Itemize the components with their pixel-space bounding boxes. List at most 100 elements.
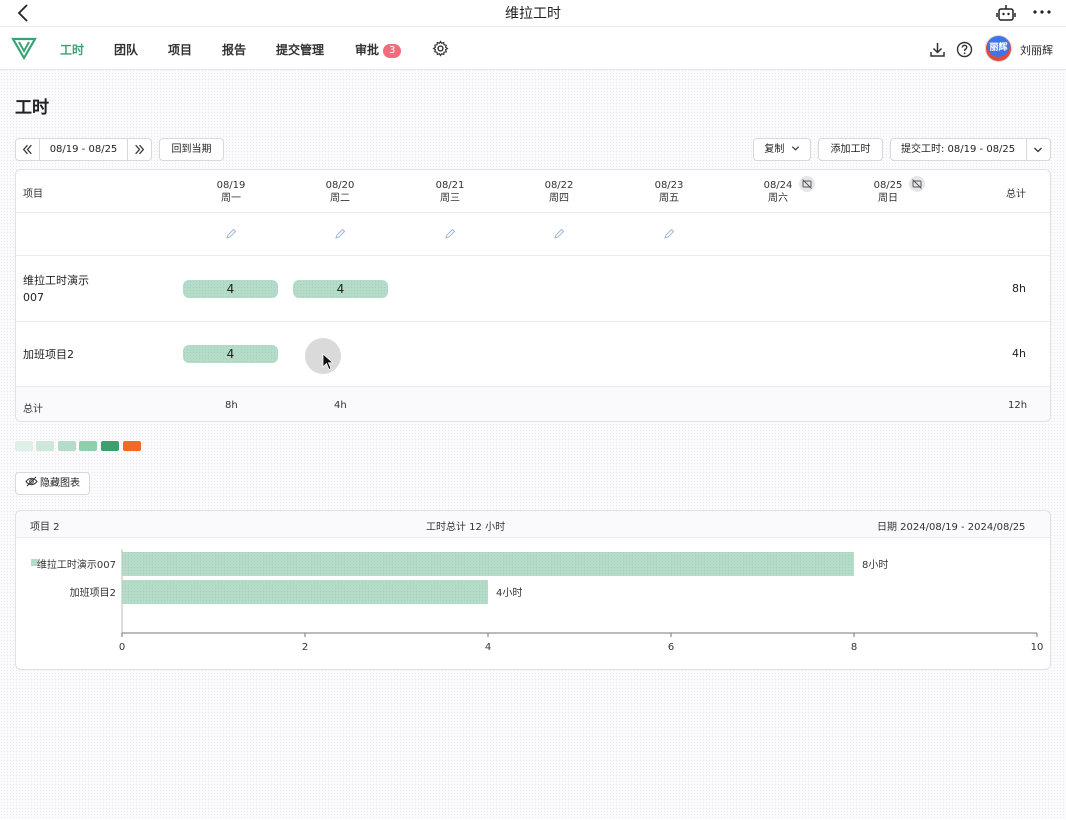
hide-chart-label: 隐藏图表 bbox=[40, 478, 80, 489]
table-row: 加班项目2 4 4h bbox=[16, 322, 1050, 387]
legend-swatch bbox=[123, 441, 141, 451]
value-label: 4小时 bbox=[496, 587, 522, 599]
category-label: 维拉工时演示007 bbox=[37, 558, 116, 571]
hours-chart-panel: 项目 2 工时总计 12 小时 日期 2024/08/19 - 2024/08/… bbox=[15, 510, 1051, 670]
next-week-icon[interactable] bbox=[127, 139, 151, 160]
category-label: 加班项目2 bbox=[70, 587, 116, 599]
mouse-cursor-icon bbox=[322, 353, 334, 371]
nav-item-approval[interactable]: 审批 3 bbox=[355, 41, 402, 58]
edit-note-icon[interactable] bbox=[444, 228, 456, 240]
project-name[interactable]: 加班项目2 bbox=[23, 346, 74, 363]
bar bbox=[122, 552, 854, 576]
nav-item-reports[interactable]: 报告 bbox=[222, 41, 246, 58]
add-hours-button[interactable]: 添加工时 bbox=[818, 138, 883, 161]
page-title: 工时 bbox=[15, 98, 49, 118]
date-range-label[interactable]: 08/19 - 08/25 bbox=[40, 139, 127, 160]
user-avatar[interactable]: 丽辉 bbox=[985, 35, 1012, 62]
legend-swatch bbox=[79, 441, 97, 451]
bar bbox=[122, 580, 488, 604]
x-tick-label: 0 bbox=[119, 642, 125, 653]
table-header: 项目 08/19 周一 08/20 周二 08/21 周三 08/22 周四 0… bbox=[16, 170, 1050, 213]
day-weekday: 周五 bbox=[659, 193, 679, 204]
day-header-wed: 08/21 周三 bbox=[410, 179, 490, 205]
day-header-fri: 08/23 周五 bbox=[629, 179, 709, 205]
gear-icon[interactable] bbox=[432, 40, 449, 57]
grand-total: 12h bbox=[1008, 400, 1028, 411]
chart-summary-bar: 项目 2 工时总计 12 小时 日期 2024/08/19 - 2024/08/… bbox=[16, 511, 1050, 538]
x-tick-label: 10 bbox=[1031, 642, 1044, 653]
edit-note-icon[interactable] bbox=[553, 228, 565, 240]
hours-cell[interactable]: 4 bbox=[293, 280, 388, 298]
day-date: 08/23 bbox=[654, 180, 684, 191]
day-date: 08/19 bbox=[216, 180, 246, 191]
submit-hours-button[interactable]: 提交工时: 08/19 - 08/25 bbox=[890, 138, 1051, 161]
nav-item-team[interactable]: 团队 bbox=[114, 41, 138, 58]
summary-projects: 项目 2 bbox=[30, 522, 60, 533]
project-name-line1: 维拉工时演示 bbox=[23, 274, 89, 287]
robot-icon[interactable] bbox=[996, 4, 1016, 22]
project-column-header: 项目 bbox=[23, 189, 43, 200]
row-total: 4h bbox=[1012, 347, 1026, 360]
user-name[interactable]: 刘丽辉 bbox=[1020, 42, 1053, 58]
edit-note-icon[interactable] bbox=[225, 228, 237, 240]
x-tick-label: 2 bbox=[302, 642, 308, 653]
back-to-current-button[interactable]: 回到当期 bbox=[159, 138, 224, 161]
timesheet-table: 项目 08/19 周一 08/20 周二 08/21 周三 08/22 周四 0… bbox=[15, 169, 1051, 422]
summary-date-range: 日期 2024/08/19 - 2024/08/25 bbox=[877, 522, 1026, 533]
table-row: 维拉工时演示 007 4 4 8h bbox=[16, 256, 1050, 322]
help-icon[interactable] bbox=[956, 41, 973, 58]
hours-cell[interactable]: 4 bbox=[183, 345, 278, 363]
app-title: 维拉工时 bbox=[505, 6, 561, 22]
prev-week-icon[interactable] bbox=[16, 139, 40, 160]
nav-item-approval-label: 审批 bbox=[355, 43, 380, 57]
vera-logo-icon[interactable] bbox=[11, 36, 37, 60]
hours-bar-chart: 维拉工时演示007 8小时加班项目2 4小时 0 2 4 6 8 10 bbox=[31, 549, 1044, 653]
legend-swatch bbox=[101, 441, 119, 451]
day-header-mon: 08/19 周一 bbox=[191, 179, 271, 205]
value-label: 8小时 bbox=[862, 559, 888, 571]
day-header-thu: 08/22 周四 bbox=[519, 179, 599, 205]
table-footer: 总计 8h 4h 12h bbox=[16, 387, 1050, 421]
day-weekday: 周日 bbox=[878, 193, 898, 204]
x-tick-label: 6 bbox=[668, 642, 674, 653]
total-column-header: 总计 bbox=[1006, 189, 1026, 200]
approval-count-badge: 3 bbox=[383, 44, 402, 58]
day-weekday: 周二 bbox=[330, 193, 350, 204]
hide-chart-button[interactable]: 隐藏图表 bbox=[15, 472, 90, 495]
edit-note-icon[interactable] bbox=[663, 228, 675, 240]
main-nav: 工时 团队 项目 报告 提交管理 审批 3 丽辉 刘丽辉 bbox=[0, 28, 1066, 70]
day-weekday: 周三 bbox=[440, 193, 460, 204]
copy-button[interactable]: 复制 bbox=[753, 138, 811, 161]
copy-label: 复制 bbox=[764, 144, 785, 155]
x-tick-label: 8 bbox=[851, 642, 857, 653]
row-total: 8h bbox=[1012, 282, 1026, 295]
day-weekday: 周四 bbox=[549, 193, 569, 204]
legend-swatch bbox=[15, 441, 33, 451]
day-weekday: 周六 bbox=[768, 193, 788, 204]
hours-cell[interactable]: 4 bbox=[183, 280, 278, 298]
date-range-selector: 08/19 - 08/25 bbox=[15, 138, 152, 161]
nav-item-hours[interactable]: 工时 bbox=[60, 41, 84, 58]
nav-item-submission[interactable]: 提交管理 bbox=[276, 41, 324, 58]
more-icon[interactable] bbox=[1031, 2, 1053, 22]
no-report-icon[interactable] bbox=[799, 176, 815, 192]
no-report-icon[interactable] bbox=[909, 176, 925, 192]
x-tick-label: 4 bbox=[485, 642, 491, 653]
edit-note-icon[interactable] bbox=[334, 228, 346, 240]
legend-swatch bbox=[58, 441, 76, 451]
day-header-tue: 08/20 周二 bbox=[300, 179, 380, 205]
project-name[interactable]: 维拉工时演示 007 bbox=[23, 272, 89, 306]
title-bar: 维拉工时 bbox=[0, 0, 1066, 27]
submit-chevron-down-icon[interactable] bbox=[1033, 145, 1043, 155]
legend-swatch bbox=[36, 441, 54, 451]
nav-item-projects[interactable]: 项目 bbox=[168, 41, 192, 58]
day-date: 08/20 bbox=[325, 180, 355, 191]
day-date: 08/22 bbox=[544, 180, 574, 191]
submit-divider bbox=[1026, 139, 1027, 160]
eye-off-icon bbox=[25, 476, 38, 487]
chevron-down-icon bbox=[791, 146, 799, 151]
day-weekday: 周一 bbox=[221, 193, 241, 204]
summary-total-hours: 工时总计 12 小时 bbox=[426, 522, 506, 533]
download-icon[interactable] bbox=[929, 41, 946, 58]
footer-label: 总计 bbox=[23, 404, 43, 415]
